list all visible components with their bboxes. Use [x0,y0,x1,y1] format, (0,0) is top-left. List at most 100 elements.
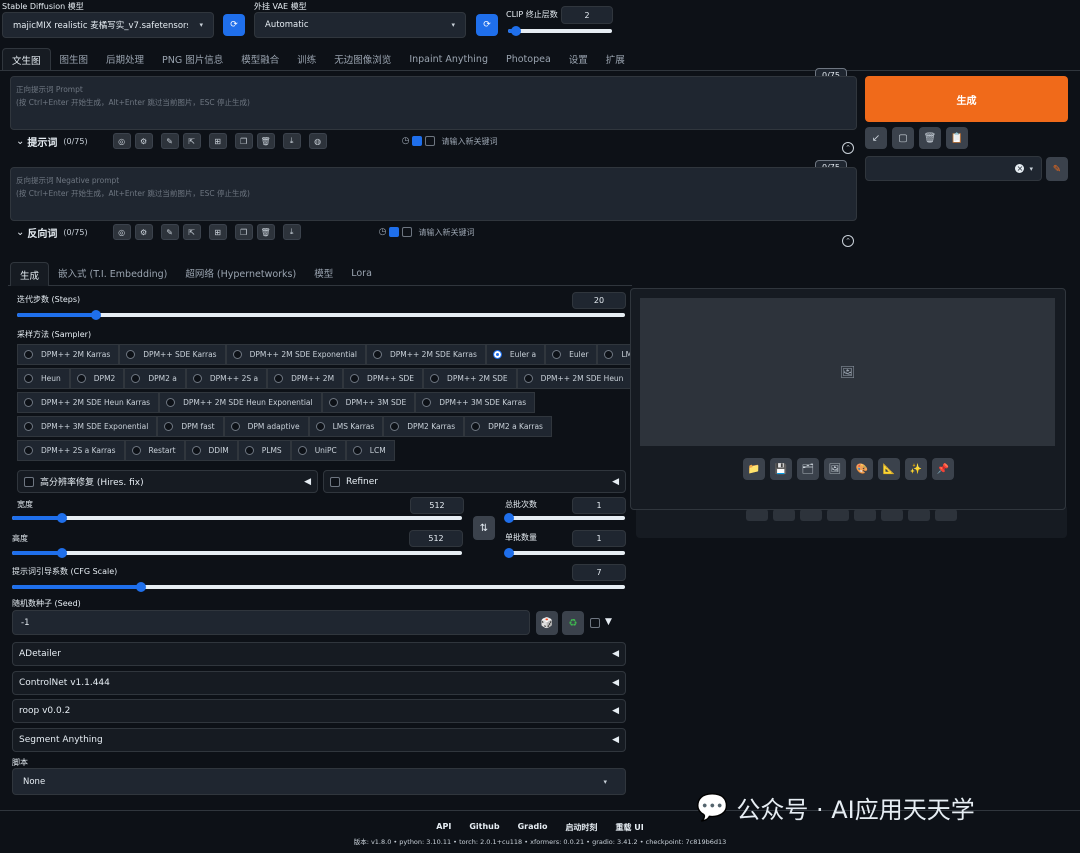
controlnet-accordion[interactable]: ControlNet v1.1.444 ◀ [12,671,626,695]
cfg-slider[interactable] [12,582,625,592]
tab-train[interactable]: 训练 [288,48,325,70]
sampler-option[interactable]: Restart [124,440,185,461]
sampler-option[interactable]: DPM++ 2M SDE [423,368,517,389]
tab-extensions[interactable]: 扩展 [597,48,634,70]
edit-icon[interactable]: ✎ [160,224,179,240]
sampler-option[interactable]: LCM [345,440,395,461]
sampler-option[interactable]: DPM2 [69,368,125,389]
styles-dropdown[interactable]: × ▾ [865,156,1042,181]
refiner-checkbox[interactable] [330,476,340,487]
keyword-checkbox[interactable] [389,227,400,237]
sampler-option[interactable]: DPM++ 2M SDE Heun [516,368,633,389]
gear-icon[interactable]: ⚙ [134,224,153,240]
gear-icon[interactable]: ⚙ [134,133,153,149]
roop-accordion[interactable]: roop v0.0.2 ◀ [12,699,626,723]
height-slider[interactable] [12,548,462,558]
steps-number[interactable]: 20 [572,292,626,309]
sampler-option[interactable]: DDIM [184,440,238,461]
globe-icon[interactable]: ◎ [112,224,131,240]
refresh-sd-button[interactable]: ⟳ [223,14,245,36]
hires-fix-checkbox[interactable] [24,476,34,487]
sampler-option-selected[interactable]: Euler a [485,344,546,365]
trash-icon[interactable]: ▢ [892,127,914,149]
refresh-vae-button[interactable]: ⟳ [476,14,498,36]
negative-prompt-textarea[interactable]: 反向提示词 Negative prompt (按 Ctrl+Enter 开始生成… [10,167,857,221]
batch-size-number[interactable]: 1 [572,530,626,547]
pin-icon[interactable]: 📌 [932,458,954,480]
seed-input[interactable]: -1 [12,610,530,635]
sd-model-dropdown[interactable]: majicMIX realistic 麦橘写实_v7.safetensors [… [2,12,214,38]
sampler-option[interactable]: DPM++ 3M SDE Karras [415,392,536,413]
sampler-option[interactable]: DPM2 Karras [383,416,465,437]
sampler-option[interactable]: DPM++ 2M SDE Heun Karras [17,392,160,413]
script-dropdown[interactable]: None ▾ [12,768,626,795]
subtab-generation[interactable]: 生成 [10,262,50,286]
sampler-option[interactable]: DPM++ 2M SDE Heun Exponential [159,392,322,413]
tab-settings[interactable]: 设置 [560,48,597,70]
clipboard-icon[interactable]: 📋 [946,127,968,149]
sampler-option[interactable]: PLMS [237,440,291,461]
footer-link[interactable]: 启动时刻 [565,822,597,833]
batch-count-slider[interactable] [504,513,625,523]
batch-count-number[interactable]: 1 [572,497,626,514]
edit-icon[interactable]: ✎ [160,133,179,149]
tab-infinite-browser[interactable]: 无边图像浏览 [325,48,400,70]
generate-button[interactable]: 生成 [865,76,1068,122]
tab-inpaint-anything[interactable]: Inpaint Anything [400,48,497,70]
collapse-icon[interactable]: ⌄ [16,227,24,238]
sampler-option[interactable]: LMS Karras [308,416,384,437]
footer-link[interactable]: 重载 UI [615,822,643,833]
sampler-option[interactable]: DPM++ 2M SDE Karras [365,344,486,365]
tab-img2img[interactable]: 图生图 [51,48,98,70]
footer-link[interactable]: Gradio [518,822,548,833]
sampler-option[interactable]: DPM++ 2S a [185,368,268,389]
collapse-up-icon[interactable]: ⌃ [842,235,854,247]
tab-photopea[interactable]: Photopea [497,48,560,70]
sampler-option[interactable]: DPM++ 2S a Karras [17,440,125,461]
tab-txt2img[interactable]: 文生图 [2,48,51,70]
history-icon[interactable]: ◷ [379,227,387,237]
keyword-input[interactable]: 请输入新关键词 [441,136,497,147]
hires-fix-accordion[interactable]: 高分辨率修复 (Hires. fix) ◀ [17,470,318,493]
height-number[interactable]: 512 [409,530,463,547]
trash-icon[interactable]: 🗑 [256,133,275,149]
keyword-input[interactable]: 请输入新关键词 [418,227,474,238]
grid-icon[interactable]: ⊞ [208,133,227,149]
batch-size-slider[interactable] [504,548,625,558]
paint-brush-icon[interactable]: ↙ [865,127,887,149]
keyword-checkbox-2[interactable] [402,227,413,237]
sparkle-icon[interactable]: ✨ [905,458,927,480]
sampler-option[interactable]: DPM2 a Karras [464,416,552,437]
tab-extras[interactable]: 后期处理 [97,48,153,70]
export-icon[interactable]: ⇱ [182,224,201,240]
clip-number[interactable]: 2 [561,6,613,24]
cfg-number[interactable]: 7 [572,564,626,581]
sampler-option[interactable]: DPM++ 2M Karras [17,344,120,365]
folder-icon[interactable]: 📁 [743,458,765,480]
zip-icon[interactable]: 🗂 [797,458,819,480]
subtab-models[interactable]: 模型 [305,262,342,284]
translate-icon[interactable]: ◍ [308,133,327,149]
vae-dropdown[interactable]: Automatic ▾ [254,12,466,38]
refiner-accordion[interactable]: Refiner ◀ [323,470,626,493]
swap-dimensions-button[interactable]: ⇅ [473,516,495,540]
tab-merge[interactable]: 模型融合 [232,48,288,70]
sampler-option[interactable]: Euler [545,344,598,365]
edit-styles-button[interactable]: ✎ [1046,157,1068,181]
sampler-option[interactable]: DPM++ 3M SDE [321,392,416,413]
copy-icon[interactable]: ❐ [234,133,253,149]
globe-icon[interactable]: ◎ [112,133,131,149]
prompt-textarea[interactable]: 正向提示词 Prompt (按 Ctrl+Enter 开始生成，Alt+Ente… [10,76,857,130]
sampler-option[interactable]: DPM++ 2M SDE Exponential [225,344,366,365]
collapse-icon[interactable]: ⌄ [16,136,24,147]
steps-slider[interactable] [17,310,625,320]
keyword-checkbox-2[interactable] [425,136,436,146]
sampler-option[interactable]: DPM fast [157,416,224,437]
seed-extra-checkbox[interactable] [590,618,600,628]
width-slider[interactable] [12,513,462,523]
download-icon[interactable]: ⤓ [282,224,301,240]
sampler-option[interactable]: DPM++ SDE Karras [119,344,226,365]
sampler-option[interactable]: Heun [17,368,70,389]
collapse-up-icon[interactable]: ⌃ [842,142,854,154]
export-icon[interactable]: ⇱ [182,133,201,149]
